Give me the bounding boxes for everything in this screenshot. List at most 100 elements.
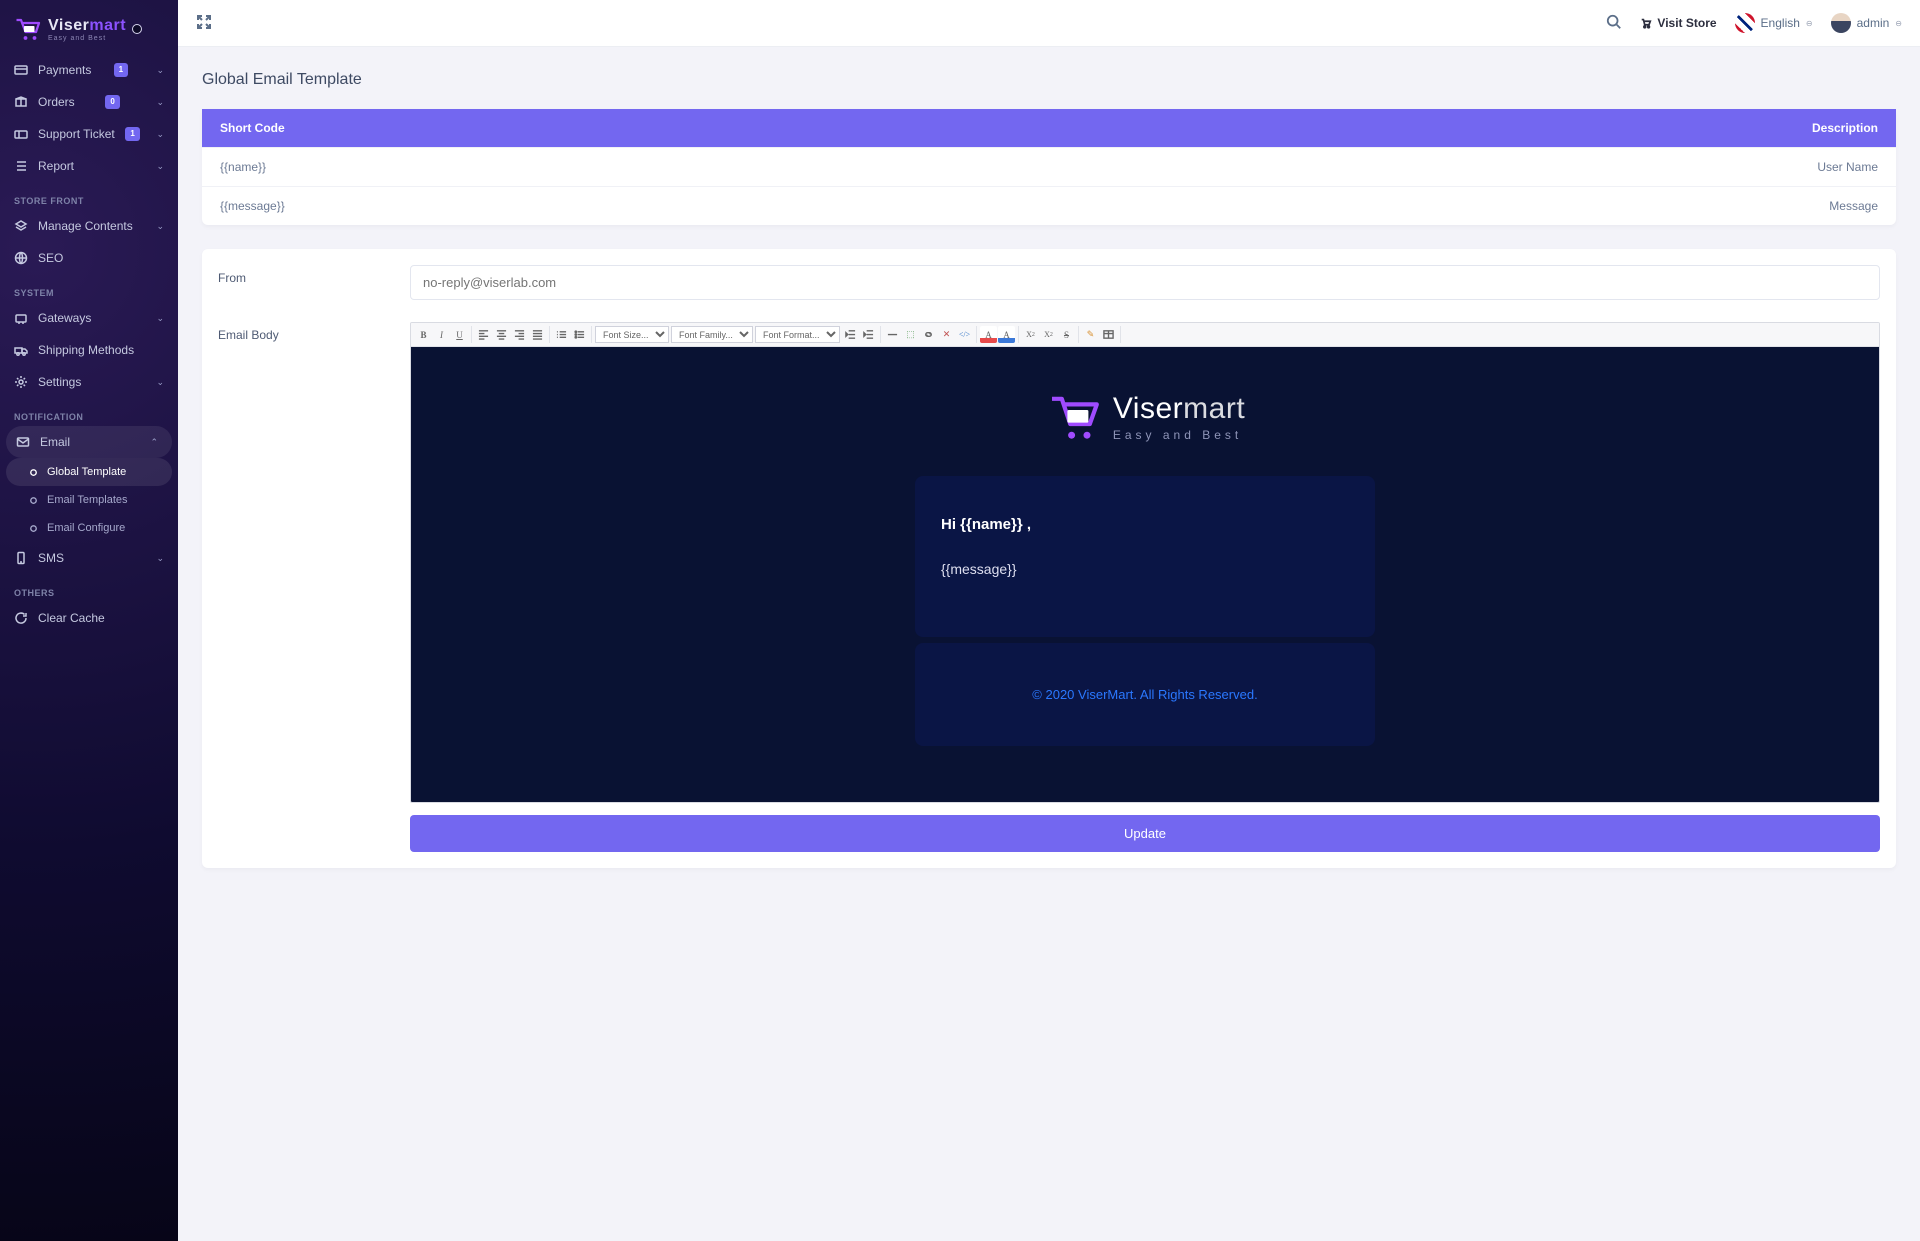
flag-uk-icon: [1735, 13, 1755, 33]
preview-body-box: Hi {{name}} , {{message}}: [915, 476, 1375, 637]
preview-footer-box: © 2020 ViserMart. All Rights Reserved.: [915, 643, 1375, 746]
brand-logo[interactable]: Visermart Easy and Best: [0, 0, 178, 54]
cart-icon: [1045, 389, 1101, 445]
image-button[interactable]: ⬚: [902, 326, 919, 343]
cell-desc: User Name: [1044, 148, 1896, 187]
sidebar-item-label: SEO: [38, 251, 63, 265]
sidebar-section-heading: SYSTEM: [0, 274, 178, 302]
sidebar-item-payments[interactable]: Payments1⌄: [0, 54, 178, 86]
avatar: [1831, 13, 1851, 33]
indent-in-button[interactable]: [860, 326, 877, 343]
radio-dot-icon[interactable]: [132, 24, 142, 34]
superscript-button[interactable]: X2: [1040, 326, 1057, 343]
mail-icon: [16, 435, 30, 449]
sidebar-subitem-email-configure[interactable]: Email Configure: [0, 514, 178, 542]
sidebar-item-gateways[interactable]: Gateways ⌄: [0, 302, 178, 334]
bg-color-button[interactable]: A: [998, 326, 1015, 343]
align-left-button[interactable]: [475, 326, 492, 343]
collapse-sidebar-button[interactable]: [196, 14, 212, 33]
email-form-card: From Email Body B I U: [202, 249, 1896, 868]
sidebar-subitem-email-templates[interactable]: Email Templates: [0, 486, 178, 514]
sidebar-item-label: Gateways: [38, 311, 91, 325]
font-size-select[interactable]: Font Size...: [595, 326, 669, 343]
bold-button[interactable]: B: [415, 326, 432, 343]
visit-store-label: Visit Store: [1657, 16, 1716, 30]
th-description: Description: [1044, 109, 1896, 148]
preview-brand: Visermart: [1113, 392, 1245, 426]
ol-button[interactable]: [553, 326, 570, 343]
hr-button[interactable]: [884, 326, 901, 343]
layers-icon: [14, 219, 28, 233]
preview-tagline: Easy and Best: [1113, 428, 1245, 442]
dot-icon: [28, 495, 39, 506]
ticket-icon: [14, 127, 28, 141]
sidebar-item-label: Shipping Methods: [38, 343, 134, 357]
sidebar-item-label: SMS: [38, 551, 64, 565]
chevron-down-icon: ⌄: [156, 377, 164, 388]
globe-icon: [14, 251, 28, 265]
sidebar-item-label: Support Ticket: [38, 127, 115, 141]
chevron-down-icon: ⌄: [156, 161, 164, 172]
sidebar-item-seo[interactable]: SEO: [0, 242, 178, 274]
clear-format-button[interactable]: ✎: [1082, 326, 1099, 343]
preview-greeting: Hi {{name}} ,: [941, 516, 1349, 533]
update-button[interactable]: Update: [410, 815, 1880, 852]
sidebar-item-orders[interactable]: Orders0⌄: [0, 86, 178, 118]
box-icon: [14, 95, 28, 109]
link-button[interactable]: [920, 326, 937, 343]
sidebar-item-clear-cache[interactable]: Clear Cache: [0, 602, 178, 634]
align-center-button[interactable]: [493, 326, 510, 343]
sidebar-item-label: Settings: [38, 375, 81, 389]
sms-icon: [14, 551, 28, 565]
chevron-down-icon: ⌄: [156, 129, 164, 140]
sidebar-item-support-ticket[interactable]: Support Ticket1⌄: [0, 118, 178, 150]
sidebar-subitem-global-template[interactable]: Global Template: [6, 458, 172, 486]
brand-tagline: Easy and Best: [48, 35, 126, 42]
sidebar-item-email[interactable]: Email⌃: [6, 426, 172, 458]
chevron-down-icon: ⌄: [156, 313, 164, 324]
rich-editor: B I U: [410, 322, 1880, 803]
italic-button[interactable]: I: [433, 326, 450, 343]
settings-icon: [14, 375, 28, 389]
preview-message: {{message}}: [941, 561, 1349, 577]
font-format-select[interactable]: Font Format...: [755, 326, 840, 343]
th-shortcode: Short Code: [202, 109, 1044, 148]
sidebar: Visermart Easy and Best Payments1⌄ Orders…: [0, 0, 178, 1241]
sidebar-item-manage-contents[interactable]: Manage Contents⌄: [0, 210, 178, 242]
preview-footer-link[interactable]: © 2020 ViserMart. All Rights Reserved.: [1032, 687, 1257, 702]
shortcode-card: Short Code Description {{name}}User Name…: [202, 109, 1896, 225]
unlink-button[interactable]: ✕: [938, 326, 955, 343]
email-preview[interactable]: Visermart Easy and Best Hi {{name}} , {{…: [411, 347, 1879, 802]
sidebar-item-settings[interactable]: Settings ⌄: [0, 366, 178, 398]
user-menu[interactable]: admin ⊖: [1831, 13, 1902, 33]
ul-button[interactable]: [571, 326, 588, 343]
font-family-select[interactable]: Font Family...: [671, 326, 753, 343]
shortcode-table: Short Code Description {{name}}User Name…: [202, 109, 1896, 225]
align-right-button[interactable]: [511, 326, 528, 343]
cell-desc: Message: [1044, 187, 1896, 226]
cart-icon: [12, 14, 42, 44]
page-title: Global Email Template: [202, 71, 1896, 89]
sidebar-item-label: Orders: [38, 95, 75, 109]
sidebar-item-report[interactable]: Report⌄: [0, 150, 178, 182]
indent-out-button[interactable]: [842, 326, 859, 343]
code-button[interactable]: </>: [956, 326, 973, 343]
sidebar-item-sms[interactable]: SMS⌄: [0, 542, 178, 574]
subscript-button[interactable]: X2: [1022, 326, 1039, 343]
cell-code: {{name}}: [202, 148, 1044, 187]
badge: 0: [105, 95, 119, 109]
truck-icon: [14, 343, 28, 357]
table-button[interactable]: [1100, 326, 1117, 343]
table-row: {{message}}Message: [202, 187, 1896, 226]
search-icon[interactable]: [1606, 14, 1622, 33]
align-justify-button[interactable]: [529, 326, 546, 343]
visit-store-link[interactable]: Visit Store: [1640, 16, 1716, 30]
sidebar-item-shipping-methods[interactable]: Shipping Methods: [0, 334, 178, 366]
strike-button[interactable]: S: [1058, 326, 1075, 343]
language-selector[interactable]: English ⊖: [1735, 13, 1813, 33]
from-input[interactable]: [410, 265, 1880, 300]
refresh-icon: [14, 611, 28, 625]
underline-button[interactable]: U: [451, 326, 468, 343]
badge: 1: [114, 63, 128, 77]
text-color-button[interactable]: A: [980, 326, 997, 343]
